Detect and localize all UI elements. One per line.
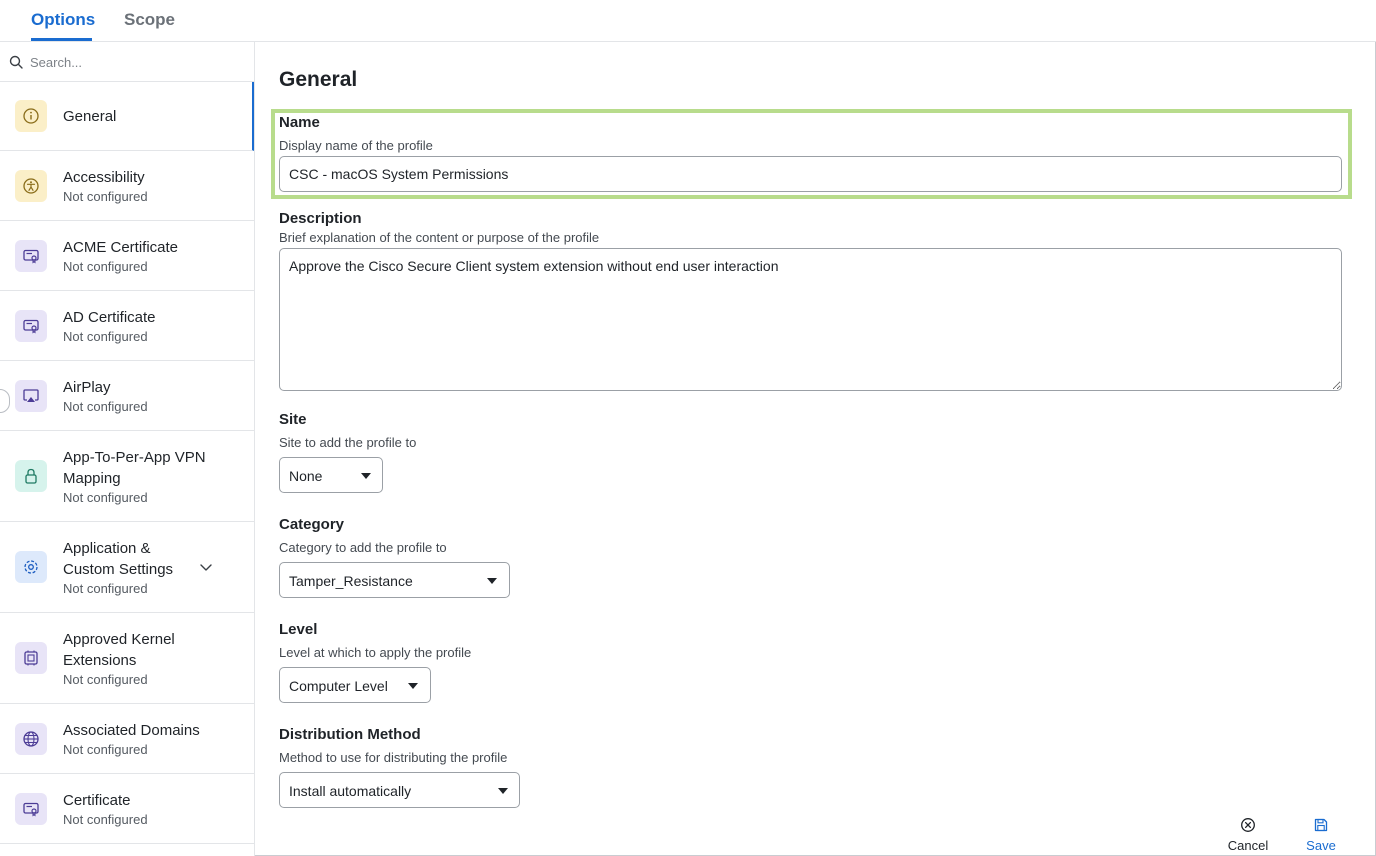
sidebar-item-general[interactable]: General: [0, 82, 254, 151]
description-textarea[interactable]: Approve the Cisco Secure Client system e…: [279, 248, 1342, 391]
sidebar-item-label: Approved Kernel Extensions: [63, 631, 175, 669]
sidebar-item-status: Not configured: [63, 259, 148, 274]
chip-icon: [15, 642, 47, 674]
distribution-method-help-text: Method to use for distributing the profi…: [279, 750, 508, 765]
category-label: Category: [279, 516, 345, 533]
distribution-method-select[interactable]: Install automatically: [279, 772, 520, 808]
accessibility-icon: [15, 170, 47, 202]
level-label: Level: [279, 621, 318, 638]
sidebar-item-label: Application & Custom Settings: [63, 540, 174, 578]
main-panel: General Name Display name of the profile…: [256, 42, 1375, 855]
category-help-text: Category to add the profile to: [279, 540, 447, 555]
lock-icon: [15, 460, 47, 492]
category-select-value: Tamper_Resistance: [289, 573, 413, 589]
distribution-method-label: Distribution Method: [279, 726, 421, 743]
name-input[interactable]: [279, 156, 1342, 192]
level-select-value: Computer Level: [289, 678, 388, 694]
sidebar-item-airplay[interactable]: AirPlay Not configured: [0, 361, 254, 431]
sidebar-item-application-custom-settings[interactable]: Application & Custom Settings Not config…: [0, 522, 254, 613]
name-label: Name: [279, 114, 320, 131]
save-button[interactable]: Save: [1291, 817, 1351, 853]
certificate-icon: [15, 793, 47, 825]
caret-down-icon: [498, 788, 508, 794]
sidebar-item-label: App-To-Per-App VPN Mapping: [63, 449, 206, 487]
tab-bar: Options Scope: [0, 0, 1376, 42]
level-help-text: Level at which to apply the profile: [279, 645, 472, 660]
sidebar-item-app-to-per-app-vpn-mapping[interactable]: App-To-Per-App VPN Mapping Not configure…: [0, 431, 254, 522]
sidebar-item-approved-kernel-extensions[interactable]: Approved Kernel Extensions Not configure…: [0, 613, 254, 704]
page-title: General: [279, 68, 358, 91]
sidebar-item-status: Not configured: [63, 189, 148, 204]
sidebar-item-certificate[interactable]: Certificate Not configured: [0, 774, 254, 844]
sidebar-item-status: Not configured: [63, 399, 148, 414]
site-select[interactable]: None: [279, 457, 383, 493]
search-icon: [9, 55, 23, 69]
sidebar-item-status: Not configured: [63, 581, 148, 596]
sidebar-item-label: ACME Certificate: [63, 239, 179, 256]
save-icon: [1314, 818, 1328, 832]
sidebar-search: [0, 42, 254, 82]
sidebar-item-label: Accessibility: [63, 169, 145, 186]
certificate-icon: [15, 240, 47, 272]
sidebar-item-ad-certificate[interactable]: AD Certificate Not configured: [0, 291, 254, 361]
chevron-down-icon[interactable]: [199, 560, 213, 574]
close-circle-icon: [1241, 818, 1255, 832]
name-help-text: Display name of the profile: [279, 138, 433, 153]
tab-options[interactable]: Options: [31, 10, 95, 41]
certificate-icon: [15, 310, 47, 342]
site-help-text: Site to add the profile to: [279, 435, 417, 450]
airplay-icon: [15, 380, 47, 412]
gear-icon: [15, 551, 47, 583]
save-button-label: Save: [1306, 838, 1336, 853]
sidebar-item-label: Associated Domains: [63, 722, 200, 739]
cancel-button[interactable]: Cancel: [1218, 817, 1278, 853]
distribution-method-select-value: Install automatically: [289, 783, 412, 799]
sidebar-item-accessibility[interactable]: Accessibility Not configured: [0, 151, 254, 221]
sidebar-item-acme-certificate[interactable]: ACME Certificate Not configured: [0, 221, 254, 291]
caret-down-icon: [361, 473, 371, 479]
sidebar-item-status: Not configured: [63, 812, 148, 827]
sidebar-item-status: Not configured: [63, 329, 148, 344]
site-label: Site: [279, 411, 307, 428]
cancel-button-label: Cancel: [1227, 838, 1269, 853]
sidebar-item-status: Not configured: [63, 490, 148, 505]
info-icon: [15, 100, 47, 132]
tab-scope[interactable]: Scope: [124, 10, 175, 41]
search-input[interactable]: [30, 52, 245, 72]
sidebar-item-label: Certificate: [63, 792, 131, 809]
sidebar: General Accessibility Not configured ACM…: [0, 42, 255, 856]
caret-down-icon: [408, 683, 418, 689]
category-select[interactable]: Tamper_Resistance: [279, 562, 510, 598]
sidebar-item-label: AD Certificate: [63, 309, 156, 326]
level-select[interactable]: Computer Level: [279, 667, 431, 703]
sidebar-item-status: Not configured: [63, 672, 148, 687]
sidebar-item-label: General: [63, 108, 117, 125]
sidebar-item-label: AirPlay: [63, 379, 111, 396]
globe-icon: [15, 723, 47, 755]
sidebar-item-associated-domains[interactable]: Associated Domains Not configured: [0, 704, 254, 774]
description-label: Description: [279, 210, 362, 227]
site-select-value: None: [289, 468, 323, 484]
description-help-text: Brief explanation of the content or purp…: [279, 230, 600, 245]
sidebar-item-status: Not configured: [63, 742, 148, 757]
caret-down-icon: [487, 578, 497, 584]
